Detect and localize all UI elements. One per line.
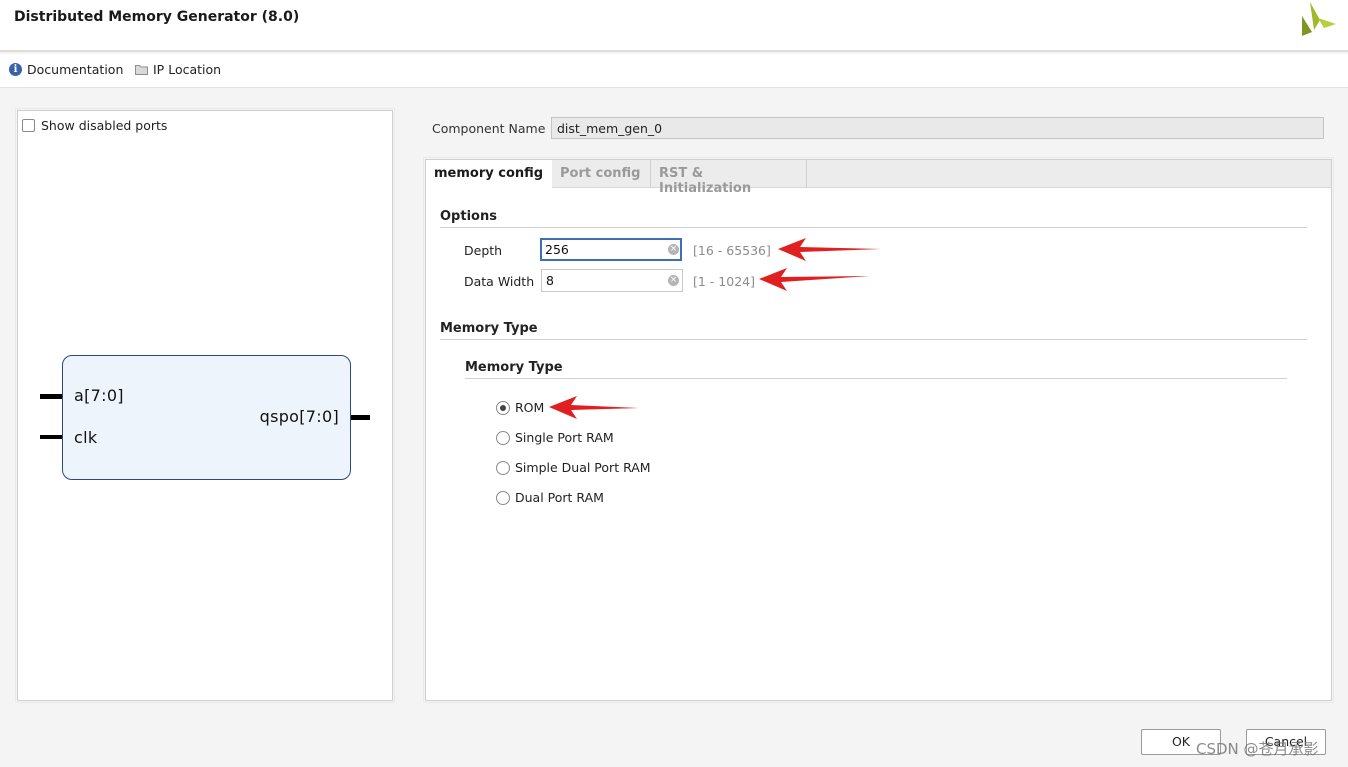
- depth-clear-icon[interactable]: ×: [668, 244, 679, 255]
- tab-rst-initialization[interactable]: RST & Initialization: [651, 160, 807, 196]
- documentation-label: Documentation: [27, 62, 124, 77]
- show-disabled-ports-checkbox[interactable]: [22, 119, 35, 132]
- window-title: Distributed Memory Generator (8.0): [14, 9, 300, 25]
- memory-type-option-dual-port-ram[interactable]: Dual Port RAM: [496, 490, 604, 505]
- tab-strip: memory config Port config RST & Initiali…: [426, 160, 1331, 196]
- data-width-input[interactable]: [541, 269, 683, 292]
- memory-type-section-title: Memory Type: [440, 321, 538, 336]
- data-width-label: Data Width: [464, 274, 535, 289]
- rom-label: ROM: [515, 400, 545, 415]
- annotation-arrow-depth-icon: [778, 238, 881, 261]
- pin-a: [40, 394, 62, 399]
- folder-icon: [135, 65, 148, 75]
- options-section-title: Options: [440, 209, 497, 224]
- documentation-link[interactable]: i Documentation: [9, 62, 123, 77]
- port-qspo-label: qspo[7:0]: [259, 407, 339, 426]
- memory-type-divider: [440, 339, 1307, 340]
- rom-radio[interactable]: [496, 400, 510, 415]
- memory-type-group-title: Memory Type: [465, 360, 563, 375]
- data-width-clear-icon[interactable]: ×: [668, 275, 679, 286]
- simple-dual-port-ram-radio[interactable]: [496, 460, 510, 475]
- tab-port-config[interactable]: Port config: [552, 160, 651, 188]
- symbol-panel: Show disabled ports a[7:0] clk qspo[7:0]: [15, 108, 395, 703]
- annotation-arrow-rom-icon: [549, 396, 639, 419]
- data-width-range: [1 - 1024]: [693, 274, 755, 289]
- depth-range: [16 - 65536]: [693, 243, 771, 258]
- ip-symbol-block: a[7:0] clk qspo[7:0]: [62, 355, 351, 480]
- simple-dual-port-ram-label: Simple Dual Port RAM: [515, 460, 651, 475]
- link-bar: i Documentation IP Location: [0, 54, 1348, 88]
- ip-location-label: IP Location: [153, 62, 222, 77]
- single-port-ram-label: Single Port RAM: [515, 430, 614, 445]
- single-port-ram-radio[interactable]: [496, 430, 510, 445]
- xilinx-logo-icon: [1302, 2, 1336, 36]
- port-clk-label: clk: [74, 428, 98, 447]
- annotation-arrow-data-width-icon: [759, 268, 870, 291]
- show-disabled-ports-label: Show disabled ports: [41, 118, 168, 133]
- ip-location-link[interactable]: IP Location: [135, 62, 221, 77]
- memory-type-group-divider: [465, 378, 1287, 379]
- options-divider: [440, 227, 1307, 228]
- memory-type-option-single-port-ram[interactable]: Single Port RAM: [496, 430, 614, 445]
- watermark: CSDN @苍月承影: [1196, 740, 1319, 758]
- component-name-field[interactable]: dist_mem_gen_0: [551, 117, 1324, 139]
- dual-port-ram-label: Dual Port RAM: [515, 490, 604, 505]
- tab-memory-config[interactable]: memory config: [426, 160, 552, 189]
- pin-clk: [40, 435, 62, 439]
- show-disabled-ports-toggle[interactable]: Show disabled ports: [22, 118, 167, 133]
- dual-port-ram-radio[interactable]: [496, 490, 510, 505]
- title-bar: Distributed Memory Generator (8.0): [0, 0, 1348, 52]
- port-a-label: a[7:0]: [74, 386, 124, 405]
- memory-type-option-simple-dual-port-ram[interactable]: Simple Dual Port RAM: [496, 460, 651, 475]
- depth-label: Depth: [464, 243, 503, 258]
- component-name-label: Component Name: [432, 121, 546, 136]
- info-icon: i: [9, 63, 22, 76]
- pin-qspo: [351, 415, 370, 420]
- memory-type-option-rom[interactable]: ROM: [496, 400, 544, 415]
- depth-input[interactable]: [540, 238, 682, 261]
